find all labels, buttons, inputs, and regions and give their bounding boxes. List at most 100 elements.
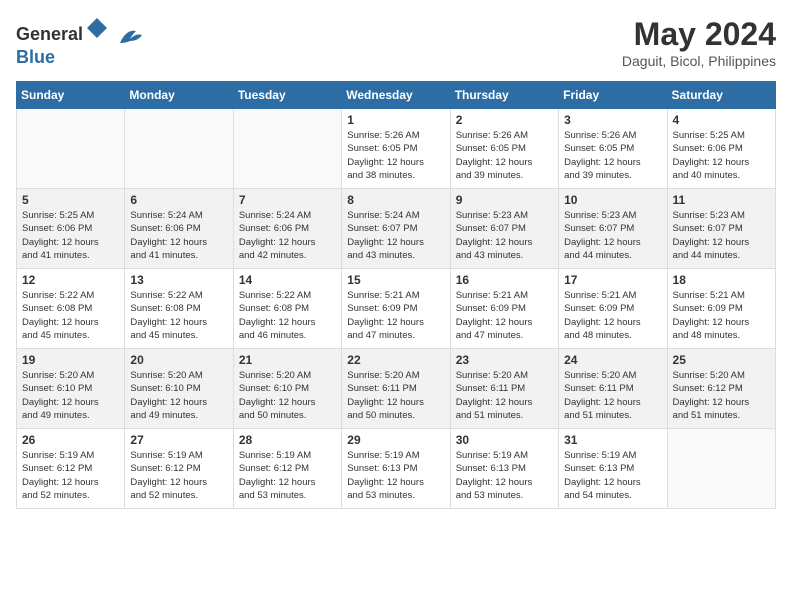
day-number: 23	[456, 353, 553, 367]
calendar-day-cell: 31Sunrise: 5:19 AM Sunset: 6:13 PM Dayli…	[559, 429, 667, 509]
weekday-header: Sunday	[17, 82, 125, 109]
day-info: Sunrise: 5:19 AM Sunset: 6:12 PM Dayligh…	[22, 449, 119, 502]
day-number: 21	[239, 353, 336, 367]
calendar-day-cell: 3 Sunrise: 5:26 AM Sunset: 6:05 PM Daylig…	[559, 109, 667, 189]
calendar-day-cell: 15 Sunrise: 5:21 AM Sunset: 6:09 PM Dayli…	[342, 269, 450, 349]
calendar-day-cell: 16 Sunrise: 5:21 AM Sunset: 6:09 PM Dayli…	[450, 269, 558, 349]
day-number: 29	[347, 433, 444, 447]
day-info: Sunrise: 5:20 AM Sunset: 6:10 PM Dayligh…	[130, 369, 227, 422]
calendar-day-cell: 25 Sunrise: 5:20 AM Sunset: 6:12 PM Dayli…	[667, 349, 775, 429]
day-info: Sunrise: 5:26 AM Sunset: 6:05 PM Dayligh…	[347, 129, 444, 182]
day-number: 16	[456, 273, 553, 287]
calendar-day-cell: 20 Sunrise: 5:20 AM Sunset: 6:10 PM Dayli…	[125, 349, 233, 429]
day-info: Sunrise: 5:26 AM Sunset: 6:05 PM Dayligh…	[564, 129, 661, 182]
day-number: 18	[673, 273, 770, 287]
calendar-day-cell: 5Sunrise: 5:25 AM Sunset: 6:06 PM Daylig…	[17, 189, 125, 269]
location-subtitle: Daguit, Bicol, Philippines	[622, 53, 776, 69]
page-header: General Blue May 2024 Daguit, Bicol, Phi…	[16, 16, 776, 69]
day-info: Sunrise: 5:20 AM Sunset: 6:12 PM Dayligh…	[673, 369, 770, 422]
calendar-day-cell: 22 Sunrise: 5:20 AM Sunset: 6:11 PM Dayli…	[342, 349, 450, 429]
day-number: 13	[130, 273, 227, 287]
calendar-day-cell	[17, 109, 125, 189]
calendar-day-cell: 8 Sunrise: 5:24 AM Sunset: 6:07 PM Daylig…	[342, 189, 450, 269]
weekday-header: Wednesday	[342, 82, 450, 109]
weekday-header: Thursday	[450, 82, 558, 109]
day-number: 15	[347, 273, 444, 287]
day-info: Sunrise: 5:21 AM Sunset: 6:09 PM Dayligh…	[673, 289, 770, 342]
calendar-day-cell: 30Sunrise: 5:19 AM Sunset: 6:13 PM Dayli…	[450, 429, 558, 509]
day-number: 6	[130, 193, 227, 207]
day-number: 5	[22, 193, 119, 207]
day-number: 26	[22, 433, 119, 447]
calendar-week-row: 12 Sunrise: 5:22 AM Sunset: 6:08 PM Dayli…	[17, 269, 776, 349]
day-number: 10	[564, 193, 661, 207]
day-info: Sunrise: 5:24 AM Sunset: 6:06 PM Dayligh…	[130, 209, 227, 262]
calendar-day-cell: 14Sunrise: 5:22 AM Sunset: 6:08 PM Dayli…	[233, 269, 341, 349]
weekday-header: Monday	[125, 82, 233, 109]
calendar-day-cell: 24 Sunrise: 5:20 AM Sunset: 6:11 PM Dayli…	[559, 349, 667, 429]
calendar-day-cell: 27Sunrise: 5:19 AM Sunset: 6:12 PM Dayli…	[125, 429, 233, 509]
day-number: 2	[456, 113, 553, 127]
day-info: Sunrise: 5:20 AM Sunset: 6:11 PM Dayligh…	[347, 369, 444, 422]
calendar-day-cell	[233, 109, 341, 189]
day-number: 31	[564, 433, 661, 447]
day-info: Sunrise: 5:20 AM Sunset: 6:11 PM Dayligh…	[456, 369, 553, 422]
calendar-day-cell: 7 Sunrise: 5:24 AM Sunset: 6:06 PM Daylig…	[233, 189, 341, 269]
logo-bird-icon	[116, 25, 144, 47]
day-info: Sunrise: 5:21 AM Sunset: 6:09 PM Dayligh…	[564, 289, 661, 342]
calendar-day-cell: 2 Sunrise: 5:26 AM Sunset: 6:05 PM Daylig…	[450, 109, 558, 189]
calendar-table: SundayMondayTuesdayWednesdayThursdayFrid…	[16, 81, 776, 509]
calendar-day-cell: 19Sunrise: 5:20 AM Sunset: 6:10 PM Dayli…	[17, 349, 125, 429]
day-number: 11	[673, 193, 770, 207]
calendar-day-cell: 26 Sunrise: 5:19 AM Sunset: 6:12 PM Dayli…	[17, 429, 125, 509]
day-number: 14	[239, 273, 336, 287]
day-number: 8	[347, 193, 444, 207]
day-info: Sunrise: 5:19 AM Sunset: 6:12 PM Dayligh…	[239, 449, 336, 502]
calendar-day-cell: 9Sunrise: 5:23 AM Sunset: 6:07 PM Daylig…	[450, 189, 558, 269]
logo-blue: Blue	[16, 47, 55, 67]
day-info: Sunrise: 5:24 AM Sunset: 6:06 PM Dayligh…	[239, 209, 336, 262]
day-number: 28	[239, 433, 336, 447]
logo-content: General Blue	[16, 16, 144, 68]
calendar-day-cell: 21Sunrise: 5:20 AM Sunset: 6:10 PM Dayli…	[233, 349, 341, 429]
day-number: 1	[347, 113, 444, 127]
day-info: Sunrise: 5:22 AM Sunset: 6:08 PM Dayligh…	[22, 289, 119, 342]
day-info: Sunrise: 5:21 AM Sunset: 6:09 PM Dayligh…	[347, 289, 444, 342]
calendar-day-cell: 6 Sunrise: 5:24 AM Sunset: 6:06 PM Daylig…	[125, 189, 233, 269]
weekday-header: Tuesday	[233, 82, 341, 109]
day-info: Sunrise: 5:21 AM Sunset: 6:09 PM Dayligh…	[456, 289, 553, 342]
day-number: 22	[347, 353, 444, 367]
calendar-day-cell: 11 Sunrise: 5:23 AM Sunset: 6:07 PM Dayli…	[667, 189, 775, 269]
calendar-day-cell	[125, 109, 233, 189]
day-info: Sunrise: 5:22 AM Sunset: 6:08 PM Dayligh…	[130, 289, 227, 342]
calendar-day-cell	[667, 429, 775, 509]
day-number: 4	[673, 113, 770, 127]
calendar-day-cell: 4 Sunrise: 5:25 AM Sunset: 6:06 PM Daylig…	[667, 109, 775, 189]
logo-general: General	[16, 24, 83, 44]
day-info: Sunrise: 5:26 AM Sunset: 6:05 PM Dayligh…	[456, 129, 553, 182]
calendar-day-cell: 12 Sunrise: 5:22 AM Sunset: 6:08 PM Dayli…	[17, 269, 125, 349]
month-year-title: May 2024	[622, 16, 776, 53]
calendar-header-row: SundayMondayTuesdayWednesdayThursdayFrid…	[17, 82, 776, 109]
calendar-day-cell: 18 Sunrise: 5:21 AM Sunset: 6:09 PM Dayli…	[667, 269, 775, 349]
calendar-day-cell: 10Sunrise: 5:23 AM Sunset: 6:07 PM Dayli…	[559, 189, 667, 269]
day-info: Sunrise: 5:24 AM Sunset: 6:07 PM Dayligh…	[347, 209, 444, 262]
day-info: Sunrise: 5:25 AM Sunset: 6:06 PM Dayligh…	[673, 129, 770, 182]
calendar-week-row: 5Sunrise: 5:25 AM Sunset: 6:06 PM Daylig…	[17, 189, 776, 269]
day-number: 20	[130, 353, 227, 367]
weekday-header: Friday	[559, 82, 667, 109]
calendar-day-cell: 23 Sunrise: 5:20 AM Sunset: 6:11 PM Dayli…	[450, 349, 558, 429]
day-info: Sunrise: 5:23 AM Sunset: 6:07 PM Dayligh…	[456, 209, 553, 262]
day-number: 25	[673, 353, 770, 367]
day-number: 7	[239, 193, 336, 207]
day-number: 17	[564, 273, 661, 287]
day-number: 3	[564, 113, 661, 127]
calendar-week-row: 26 Sunrise: 5:19 AM Sunset: 6:12 PM Dayli…	[17, 429, 776, 509]
day-info: Sunrise: 5:23 AM Sunset: 6:07 PM Dayligh…	[673, 209, 770, 262]
day-number: 12	[22, 273, 119, 287]
title-section: May 2024 Daguit, Bicol, Philippines	[622, 16, 776, 69]
calendar-week-row: 19Sunrise: 5:20 AM Sunset: 6:10 PM Dayli…	[17, 349, 776, 429]
day-number: 24	[564, 353, 661, 367]
day-info: Sunrise: 5:20 AM Sunset: 6:11 PM Dayligh…	[564, 369, 661, 422]
day-info: Sunrise: 5:20 AM Sunset: 6:10 PM Dayligh…	[22, 369, 119, 422]
